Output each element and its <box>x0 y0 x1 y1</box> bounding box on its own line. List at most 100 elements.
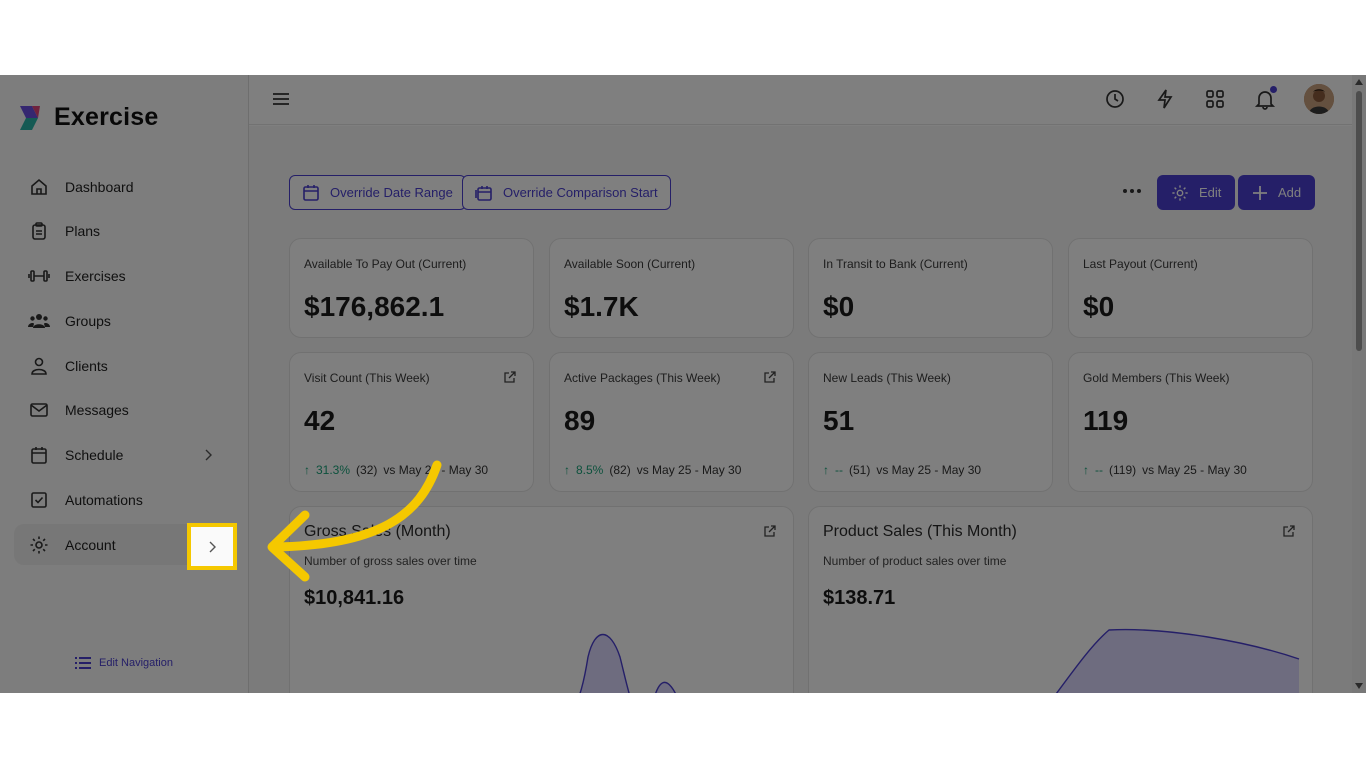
notifications-button[interactable] <box>1254 86 1277 110</box>
edit-navigation-link[interactable]: Edit Navigation <box>75 656 173 670</box>
edit-navigation-label: Edit Navigation <box>99 657 173 669</box>
edit-label: Edit <box>1199 185 1222 200</box>
weekly-value: 89 <box>564 405 596 436</box>
stat-value: $0 <box>1083 291 1115 322</box>
trend-range: vs May 25 - May 30 <box>383 463 489 477</box>
weekly-label: Active Packages (This Week) <box>564 371 721 385</box>
calendar-icon <box>28 444 50 466</box>
stat-value: $176,862.1 <box>304 291 445 322</box>
weekly-card[interactable]: New Leads (This Week) 51 ↑ -- (51) vs Ma… <box>808 352 1053 492</box>
sidebar-nav: Dashboard Plans Exercises Groups Clients… <box>14 166 236 569</box>
users-icon <box>28 310 50 332</box>
product-sales-card[interactable]: Product Sales (This Month) Number of pro… <box>808 506 1313 693</box>
sidebar-item-label: Schedule <box>65 447 124 464</box>
sidebar-item-label: Automations <box>65 492 143 509</box>
stat-label: Available Soon (Current) <box>564 257 696 271</box>
sidebar-item-label: Account <box>65 536 116 553</box>
history-icon[interactable] <box>1104 88 1126 110</box>
sidebar-item-clients[interactable]: Clients <box>14 345 236 386</box>
scroll-thumb[interactable] <box>1356 91 1362 351</box>
weekly-label: Visit Count (This Week) <box>304 371 430 385</box>
trend-previous: (82) <box>609 463 631 477</box>
chart-title: Gross Sales (Month) <box>304 523 451 540</box>
scroll-up-arrow-icon[interactable] <box>1355 79 1363 85</box>
sidebar-item-plans[interactable]: Plans <box>14 211 236 252</box>
weekly-card[interactable]: Active Packages (This Week) 89 ↑ 8.5% (8… <box>549 352 794 492</box>
stat-label: In Transit to Bank (Current) <box>823 257 968 271</box>
calendar-icon <box>303 184 319 201</box>
external-link-icon[interactable] <box>763 524 777 538</box>
hamburger-menu-icon[interactable] <box>271 89 291 109</box>
stat-card: In Transit to Bank (Current) $0 <box>808 238 1053 338</box>
weekly-value: 119 <box>1083 405 1129 436</box>
avatar[interactable] <box>1304 84 1334 114</box>
weekly-card[interactable]: Visit Count (This Week) 42 ↑ 31.3% (32) … <box>289 352 534 492</box>
account-expand-highlight[interactable] <box>187 523 237 570</box>
brand-name: Exercise <box>54 103 159 131</box>
stat-card: Last Payout (Current) $0 <box>1068 238 1313 338</box>
app-window: Exercise Dashboard Plans Exercises Group… <box>0 75 1366 693</box>
trend-row: ↑ 31.3% (32) vs May 25 - May 30 <box>304 463 488 477</box>
chevron-right-icon[interactable] <box>200 447 216 463</box>
scroll-down-arrow-icon[interactable] <box>1355 683 1363 689</box>
top-actions <box>1104 84 1334 114</box>
page-scrollbar[interactable] <box>1352 75 1366 693</box>
sidebar-item-label: Groups <box>65 312 111 329</box>
sidebar-item-messages[interactable]: Messages <box>14 390 236 431</box>
checkbox-icon <box>28 489 50 511</box>
sidebar-item-schedule[interactable]: Schedule <box>14 435 236 476</box>
external-link-icon[interactable] <box>503 370 517 384</box>
chart-subtitle: Number of gross sales over time <box>304 554 477 568</box>
arrow-up-icon: ↑ <box>304 463 310 477</box>
trend-row: ↑ -- (51) vs May 25 - May 30 <box>823 463 981 477</box>
stat-value: $1.7K <box>564 291 639 322</box>
clipboard-icon <box>28 220 50 242</box>
sidebar-item-label: Plans <box>65 223 101 240</box>
calendar-stack-icon <box>475 185 492 201</box>
stat-value: $0 <box>823 291 855 322</box>
sidebar-item-dashboard[interactable]: Dashboard <box>14 166 236 207</box>
trend-percent: -- <box>1095 463 1103 477</box>
product-sales-sparkline <box>1055 628 1300 693</box>
brand[interactable]: Exercise <box>16 103 158 132</box>
sidebar-item-automations[interactable]: Automations <box>14 480 236 521</box>
trend-previous: (119) <box>1109 463 1137 477</box>
gear-icon <box>28 534 50 556</box>
list-icon <box>75 657 91 669</box>
user-avatar-icon <box>1304 84 1334 114</box>
weekly-label: New Leads (This Week) <box>823 371 951 385</box>
stat-label: Available To Pay Out (Current) <box>304 257 467 271</box>
override-comparison-start-button[interactable]: Override Comparison Start <box>462 175 671 210</box>
arrow-up-icon: ↑ <box>823 463 829 477</box>
sidebar-item-groups[interactable]: Groups <box>14 300 236 341</box>
chevron-right-icon <box>209 541 216 552</box>
chart-title: Product Sales (This Month) <box>823 523 1017 540</box>
home-icon <box>28 176 50 198</box>
lightning-icon[interactable] <box>1154 88 1176 110</box>
trend-previous: (51) <box>849 463 871 477</box>
sidebar: Exercise Dashboard Plans Exercises Group… <box>0 75 249 693</box>
gross-sales-sparkline <box>579 634 676 693</box>
notification-badge <box>1270 86 1277 93</box>
dumbbell-icon <box>28 265 50 287</box>
weekly-card[interactable]: Gold Members (This Week) 119 ↑ -- (119) … <box>1068 352 1313 492</box>
weekly-value: 51 <box>823 405 855 436</box>
override-date-range-label: Override Date Range <box>330 185 453 200</box>
edit-button[interactable]: Edit <box>1157 175 1236 210</box>
add-button[interactable]: Add <box>1238 175 1316 210</box>
sidebar-item-exercises[interactable]: Exercises <box>14 256 236 297</box>
external-link-icon[interactable] <box>763 370 777 384</box>
apps-grid-icon[interactable] <box>1204 88 1226 110</box>
override-date-range-button[interactable]: Override Date Range <box>289 175 466 210</box>
external-link-icon[interactable] <box>1282 524 1296 538</box>
add-label: Add <box>1278 185 1302 200</box>
gear-icon <box>1172 184 1188 201</box>
sidebar-item-label: Clients <box>65 357 108 374</box>
sidebar-item-label: Dashboard <box>65 178 134 195</box>
stat-card: Available Soon (Current) $1.7K <box>549 238 794 338</box>
chart-subtitle: Number of product sales over time <box>823 554 1007 568</box>
gross-sales-card[interactable]: Gross Sales (Month) Number of gross sale… <box>289 506 794 693</box>
weekly-value: 42 <box>304 405 336 436</box>
more-options-button[interactable] <box>1123 189 1141 193</box>
override-comparison-start-label: Override Comparison Start <box>503 185 658 200</box>
